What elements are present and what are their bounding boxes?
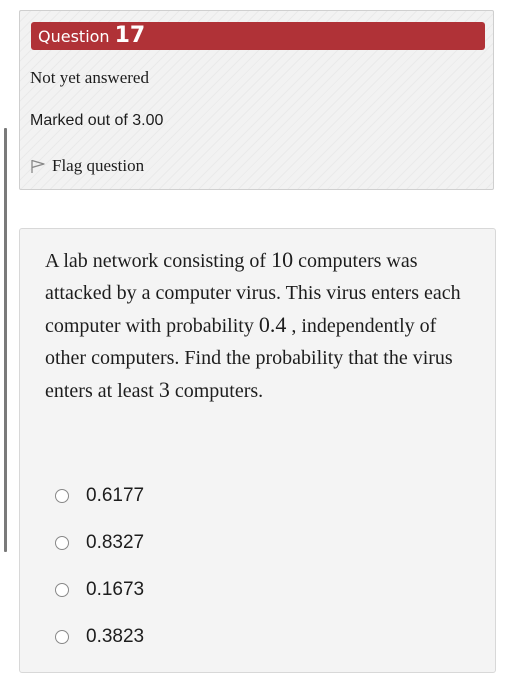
answer-option[interactable]: 0.8327	[55, 519, 144, 566]
answer-label: 0.6177	[86, 484, 145, 506]
math-value-k: 3	[158, 377, 170, 402]
answer-option[interactable]: 0.6177	[55, 472, 144, 519]
answer-option[interactable]: 0.3823	[55, 613, 144, 660]
question-text: A lab network consisting of 10 computers…	[45, 244, 475, 407]
math-value-p: 0.4	[258, 312, 287, 337]
answer-label: 0.8327	[86, 531, 145, 553]
question-header: Question 17	[31, 22, 485, 50]
scroll-indicator[interactable]	[4, 128, 7, 552]
radio-button[interactable]	[55, 629, 69, 644]
question-content-card: A lab network consisting of 10 computers…	[19, 228, 496, 673]
flag-icon	[30, 158, 46, 174]
answer-option[interactable]: 0.1673	[55, 566, 144, 613]
question-text-part: computers.	[169, 380, 264, 402]
question-text-part: A lab network consisting of	[45, 250, 272, 272]
question-number: 17	[114, 23, 146, 48]
question-label: Question	[38, 26, 110, 46]
question-grade: Marked out of 3.00	[30, 112, 164, 129]
question-state: Not yet answered	[30, 68, 149, 87]
answer-options: 0.6177 0.8327 0.1673 0.3823	[55, 472, 144, 660]
radio-button[interactable]	[55, 488, 69, 503]
question-info-card: Question 17 Not yet answered Marked out …	[19, 10, 494, 190]
answer-label: 0.1673	[86, 578, 145, 600]
radio-button[interactable]	[55, 582, 69, 597]
flag-question-link[interactable]: Flag question	[30, 156, 144, 176]
answer-label: 0.3823	[86, 625, 145, 647]
math-value-n: 10	[271, 247, 294, 272]
radio-button[interactable]	[55, 535, 69, 550]
flag-question-label: Flag question	[52, 156, 145, 175]
